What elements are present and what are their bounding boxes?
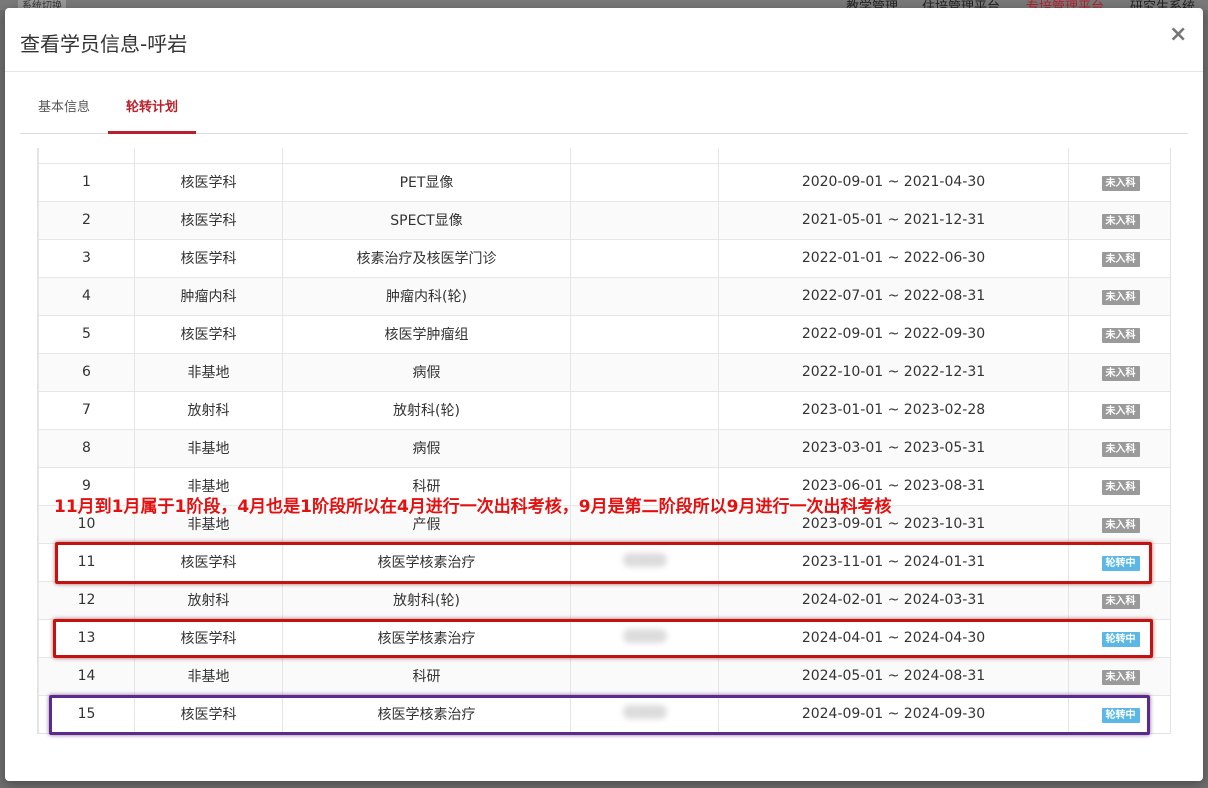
row-subdepartment: 核医学肿瘤组 — [282, 314, 571, 354]
row-status: 未入科 — [1068, 504, 1170, 544]
row-period: 2024-05-01 ~ 2024-08-31 — [718, 656, 1069, 696]
status-badge: 未入科 — [1101, 517, 1140, 533]
status-badge: 未入科 — [1101, 403, 1140, 419]
row-number: 3 — [38, 238, 135, 278]
row-subdepartment: 病假 — [282, 352, 571, 392]
row-number: 1 — [38, 162, 135, 202]
highlight-row-11 — [55, 542, 1152, 584]
row-department: 核医学科 — [134, 162, 283, 202]
row-department: 核医学科 — [134, 238, 283, 278]
row-subdepartment: 放射科(轮) — [282, 390, 571, 430]
row-subdepartment: 核素治疗及核医学门诊 — [282, 238, 571, 278]
status-badge: 未入科 — [1101, 365, 1140, 381]
row-status: 未入科 — [1068, 238, 1170, 278]
row-period: 2022-07-01 ~ 2022-08-31 — [718, 276, 1069, 316]
row-subdepartment: 科研 — [282, 656, 571, 696]
row-status: 未入科 — [1068, 428, 1170, 468]
row-status: 未入科 — [1068, 276, 1170, 316]
status-badge: 未入科 — [1101, 251, 1140, 267]
row-number: 2 — [38, 200, 135, 240]
row-teacher — [570, 428, 719, 468]
close-icon[interactable]: × — [1169, 24, 1187, 46]
tab-rotation-plan[interactable]: 轮转计划 — [108, 94, 196, 134]
table-header-stub — [38, 148, 1170, 164]
row-number: 7 — [38, 390, 135, 430]
table-row: 4 肿瘤内科 肿瘤内科(轮) 2022-07-01 ~ 2022-08-31 未入科 — [38, 276, 1170, 316]
row-status: 未入科 — [1068, 352, 1170, 392]
row-teacher — [570, 314, 719, 354]
table-row: 7 放射科 放射科(轮) 2023-01-01 ~ 2023-02-28 未入科 — [38, 390, 1170, 430]
table-row: 2 核医学科 SPECT显像 2021-05-01 ~ 2021-12-31 未入科 — [38, 200, 1170, 240]
row-department: 放射科 — [134, 390, 283, 430]
row-teacher — [570, 162, 719, 202]
highlight-row-13 — [53, 619, 1153, 658]
status-badge: 未入科 — [1101, 669, 1140, 685]
status-badge: 未入科 — [1101, 175, 1140, 191]
table-row: 12 放射科 放射科(轮) 2024-02-01 ~ 2024-03-31 未入科 — [38, 580, 1170, 620]
modal-header: 查看学员信息-呼岩 × — [5, 8, 1203, 72]
row-teacher — [570, 580, 719, 620]
row-department: 非基地 — [134, 352, 283, 392]
row-period: 2022-01-01 ~ 2022-06-30 — [718, 238, 1069, 278]
table-row: 5 核医学科 核医学肿瘤组 2022-09-01 ~ 2022-09-30 未入科 — [38, 314, 1170, 354]
row-period: 2023-03-01 ~ 2023-05-31 — [718, 428, 1069, 468]
table-row: 14 非基地 科研 2024-05-01 ~ 2024-08-31 未入科 — [38, 656, 1170, 696]
row-period: 2022-09-01 ~ 2022-09-30 — [718, 314, 1069, 354]
row-status: 未入科 — [1068, 162, 1170, 202]
row-status: 未入科 — [1068, 580, 1170, 620]
row-status: 未入科 — [1068, 656, 1170, 696]
table-row: 1 核医学科 PET显像 2020-09-01 ~ 2021-04-30 未入科 — [38, 162, 1170, 202]
row-teacher — [570, 656, 719, 696]
row-number: 4 — [38, 276, 135, 316]
row-status: 未入科 — [1068, 200, 1170, 240]
status-badge: 未入科 — [1101, 593, 1140, 609]
row-department: 核医学科 — [134, 200, 283, 240]
status-badge: 未入科 — [1101, 213, 1140, 229]
status-badge: 未入科 — [1101, 289, 1140, 305]
row-period: 2021-05-01 ~ 2021-12-31 — [718, 200, 1069, 240]
row-teacher — [570, 390, 719, 430]
row-period: 2024-02-01 ~ 2024-03-31 — [718, 580, 1069, 620]
highlight-row-15 — [49, 695, 1150, 735]
row-period: 2022-10-01 ~ 2022-12-31 — [718, 352, 1069, 392]
row-subdepartment: 病假 — [282, 428, 571, 468]
table-row: 8 非基地 病假 2023-03-01 ~ 2023-05-31 未入科 — [38, 428, 1170, 468]
table-row: 3 核医学科 核素治疗及核医学门诊 2022-01-01 ~ 2022-06-30 未入… — [38, 238, 1170, 278]
tab-basic-info[interactable]: 基本信息 — [20, 94, 108, 134]
row-department: 非基地 — [134, 428, 283, 468]
row-period: 2020-09-01 ~ 2021-04-30 — [718, 162, 1069, 202]
row-subdepartment: 肿瘤内科(轮) — [282, 276, 571, 316]
row-teacher — [570, 352, 719, 392]
table-row: 6 非基地 病假 2022-10-01 ~ 2022-12-31 未入科 — [38, 352, 1170, 392]
status-badge: 未入科 — [1101, 479, 1140, 495]
row-number: 8 — [38, 428, 135, 468]
row-teacher — [570, 238, 719, 278]
row-number: 14 — [38, 656, 135, 696]
row-status: 未入科 — [1068, 390, 1170, 430]
row-department: 核医学科 — [134, 314, 283, 354]
row-subdepartment: PET显像 — [282, 162, 571, 202]
row-number: 12 — [38, 580, 135, 620]
row-subdepartment: 放射科(轮) — [282, 580, 571, 620]
annotation-text: 11月到1月属于1阶段，4月也是1阶段所以在4月进行一次出科考核，9月是第二阶段… — [54, 497, 892, 517]
tab-bar: 基本信息 轮转计划 — [20, 94, 1188, 134]
status-badge: 未入科 — [1101, 441, 1140, 457]
row-department: 放射科 — [134, 580, 283, 620]
row-status: 未入科 — [1068, 314, 1170, 354]
row-teacher — [570, 200, 719, 240]
status-badge: 未入科 — [1101, 327, 1140, 343]
row-subdepartment: SPECT显像 — [282, 200, 571, 240]
row-department: 肿瘤内科 — [134, 276, 283, 316]
row-department: 非基地 — [134, 656, 283, 696]
student-info-modal: 查看学员信息-呼岩 × 基本信息 轮转计划 1 核医学科 PET显像 2020-09-… — [5, 8, 1203, 781]
row-teacher — [570, 276, 719, 316]
row-status: 未入科 — [1068, 466, 1170, 506]
row-period: 2023-01-01 ~ 2023-02-28 — [718, 390, 1069, 430]
modal-title: 查看学员信息-呼岩 — [20, 32, 188, 56]
row-number: 5 — [38, 314, 135, 354]
row-number: 6 — [38, 352, 135, 392]
